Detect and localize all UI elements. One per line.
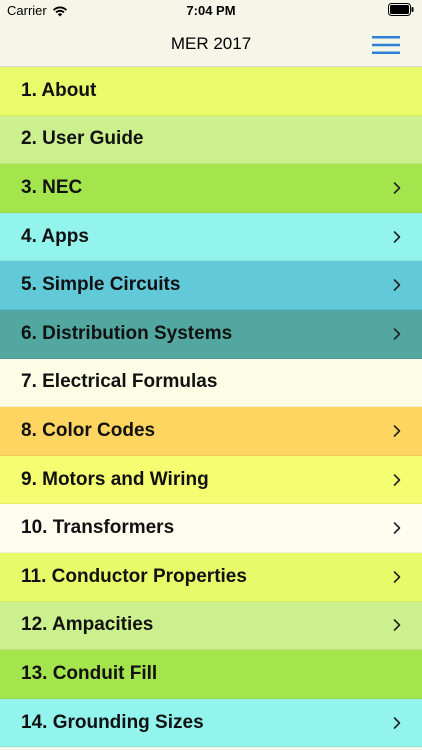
chevron-right-icon — [393, 182, 401, 194]
menu-item[interactable]: 1. About — [0, 67, 422, 116]
chevron-right-icon — [393, 230, 401, 243]
menu-item-label: 6. Distribution Systems — [21, 322, 233, 344]
chevron-right-icon — [393, 716, 401, 729]
chevron-right-icon — [393, 522, 401, 534]
menu-item[interactable]: 6. Distribution Systems — [0, 309, 422, 359]
menu-item-label: 14. Grounding Sizes — [21, 711, 204, 733]
menu-item-label: 2. User Guide — [21, 128, 144, 150]
app-screen: Carrier 7:04 PM MER 2017 1. About 2. Use… — [0, 0, 422, 750]
menu-item-label: 9. Motors and Wiring — [21, 468, 209, 490]
battery-icon — [388, 3, 414, 19]
menu-item[interactable]: 14. Grounding Sizes — [0, 698, 422, 748]
menu-item[interactable]: 10. Transformers — [0, 504, 422, 553]
menu-item[interactable]: 3. NEC — [0, 164, 422, 213]
hamburger-menu-icon — [372, 36, 400, 54]
menu-item-label: 12. Ampacities — [21, 614, 154, 636]
chevron-right-icon — [393, 619, 401, 632]
navigation-bar: MER 2017 — [0, 22, 422, 67]
menu-item[interactable]: 12. Ampacities — [0, 601, 422, 651]
menu-item[interactable]: 7. Electrical Formulas — [0, 358, 422, 408]
menu-item-label: 5. Simple Circuits — [21, 274, 181, 296]
menu-item-label: 3. NEC — [21, 176, 83, 198]
menu-item[interactable]: 2. User Guide — [0, 115, 422, 165]
menu-item[interactable]: 4. Apps — [0, 212, 422, 262]
menu-item-label: 8. Color Codes — [21, 419, 156, 441]
menu-item-label: 13. Conduit Fill — [21, 662, 158, 684]
menu-item-label: 11. Conductor Properties — [21, 565, 247, 587]
menu-item-label: 4. Apps — [21, 225, 89, 247]
menu-item[interactable]: 5. Simple Circuits — [0, 261, 422, 310]
chevron-right-icon — [393, 425, 401, 437]
menu-item[interactable]: 8. Color Codes — [0, 407, 422, 456]
hamburger-menu-button[interactable] — [372, 35, 400, 55]
chevron-right-icon — [393, 279, 401, 291]
chevron-right-icon — [393, 473, 401, 486]
menu-item[interactable]: 13. Conduit Fill — [0, 650, 422, 699]
chevron-right-icon — [393, 570, 401, 583]
menu-item-label: 7. Electrical Formulas — [21, 371, 218, 393]
status-time: 7:04 PM — [186, 3, 236, 18]
page-title: MER 2017 — [170, 34, 252, 53]
menu-item-label: 1. About — [21, 79, 97, 101]
status-bar: Carrier 7:04 PM — [0, 0, 422, 22]
chevron-right-icon — [393, 327, 401, 340]
menu-list: 1. About 2. User Guide 3. NEC 4. Apps 5. Sim… — [0, 67, 422, 748]
menu-item-label: 10. Transformers — [21, 517, 175, 539]
menu-item[interactable]: 11. Conductor Properties — [0, 552, 422, 602]
menu-item[interactable]: 9. Motors and Wiring — [0, 455, 422, 505]
